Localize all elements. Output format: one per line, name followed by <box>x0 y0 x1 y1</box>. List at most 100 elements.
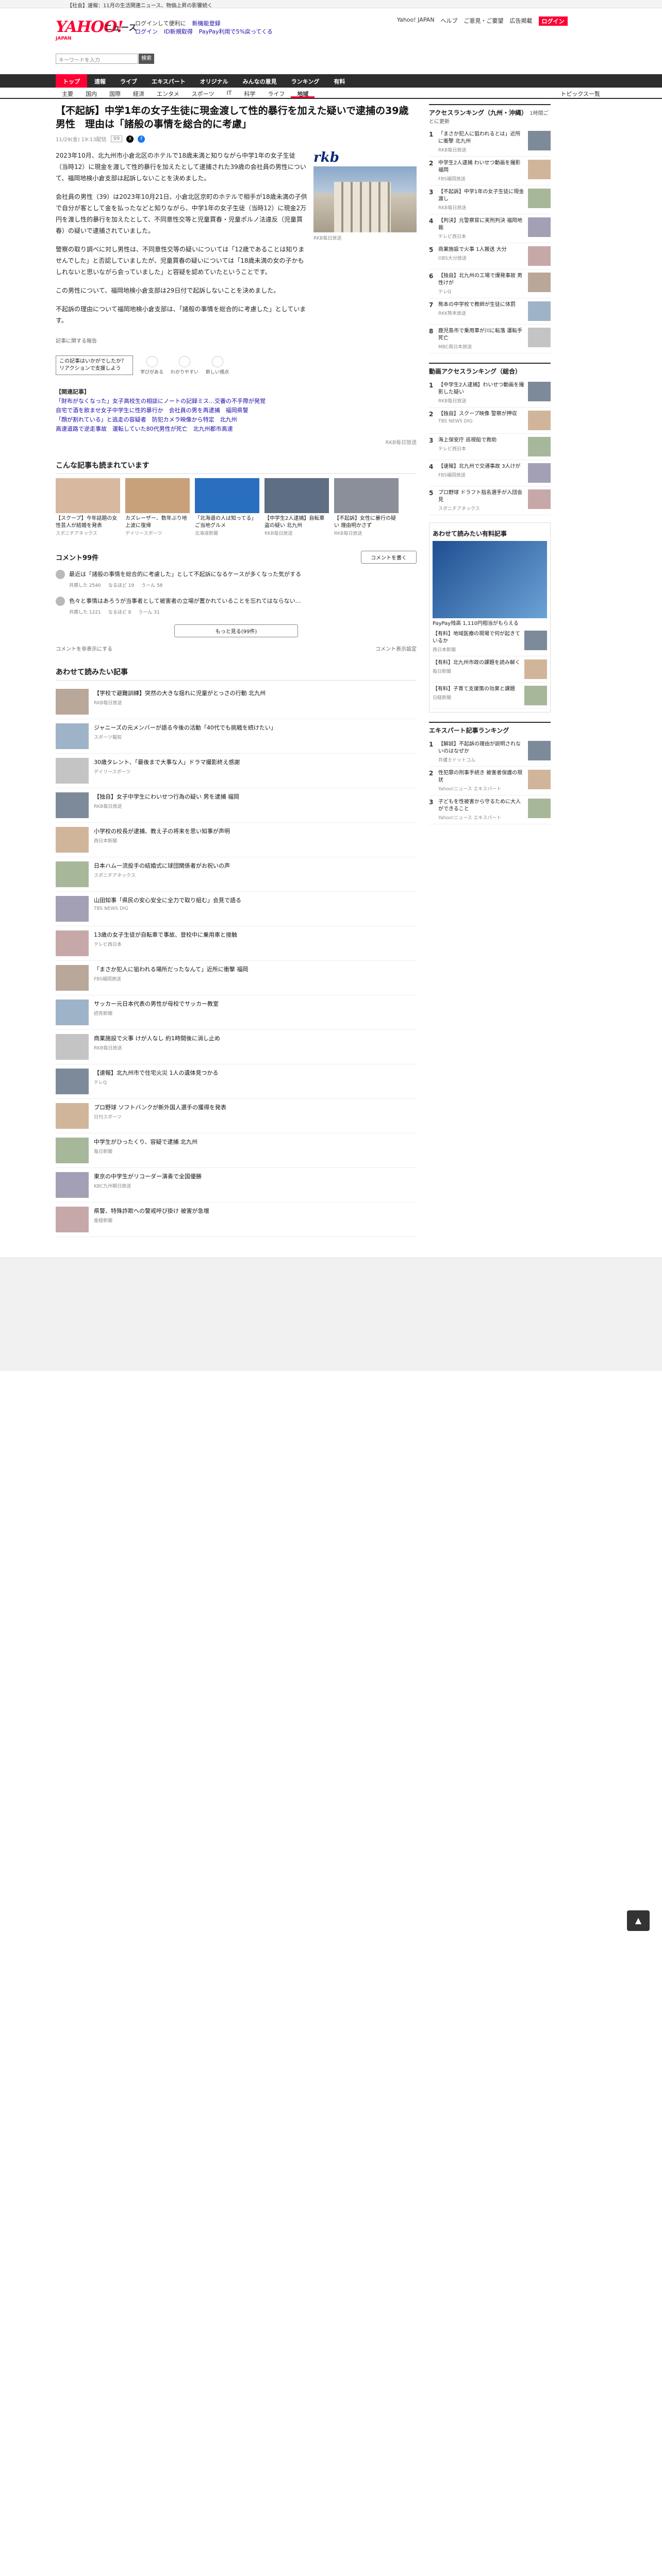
search-button[interactable]: 検索 <box>139 54 154 64</box>
side-list-item[interactable]: 2 性犯罪の刑事手続き 被害者保護の現状 Yahoo!ニュース エキスパート <box>429 767 551 795</box>
tab-category[interactable]: スポーツ <box>186 88 221 98</box>
header-link[interactable]: ログイン <box>135 28 158 36</box>
write-comment-button[interactable]: コメントを書く <box>361 551 417 564</box>
side-list-item[interactable]: 1 【中学生2人逮捕】わいせつ動画を撮影した疑い RKB毎日放送 <box>429 379 551 408</box>
tab-category[interactable]: 国内 <box>79 88 103 98</box>
also-read-card[interactable]: 「北海道の人は知ってる」ご当地グルメ 北海道新聞 <box>195 478 259 536</box>
recommended-item[interactable]: 30歳タレント、「最後まで大事な人」ドラマ撮影終え感謝 デイリースポーツ <box>56 754 417 788</box>
recommended-item[interactable]: 商業施設で火事 けが人なし 約1時間後に消し止め RKB毎日放送 <box>56 1030 417 1064</box>
nav-item[interactable]: ライブ <box>113 74 144 88</box>
comment-count-badge[interactable]: 99 <box>110 135 123 142</box>
side-list-item[interactable]: 2 【独自】スクープ映像 警察が押収 TBS NEWS DIG <box>429 408 551 434</box>
side-list-item[interactable]: 【有料】北九州市政の課題を読み解く 毎日新聞 <box>433 656 547 683</box>
header-right-link[interactable]: Yahoo! JAPAN <box>397 16 435 26</box>
side-list-item[interactable]: 2 中学生2人逮捕 わいせつ動画を撮影 福岡 FBS福岡放送 <box>429 157 551 185</box>
header-link[interactable]: ID新規取得 <box>164 28 193 36</box>
side-list-item[interactable]: 【有料】子育て支援策の効果と課題 日経新聞 <box>433 683 547 709</box>
side-list-item[interactable]: 8 鹿児島市で乗用車が川に転落 運転手死亡 MBC南日本放送 <box>429 325 551 353</box>
reaction-clear[interactable]: わかりやすい <box>171 356 198 375</box>
side-list-item[interactable]: 4 【速報】北九州で交通事故 3人けが FBS福岡放送 <box>429 460 551 486</box>
header-link[interactable]: PayPay利用で5%戻ってくる <box>199 28 273 36</box>
hide-comments-link[interactable]: コメントを非表示にする <box>56 645 112 652</box>
promo-banner[interactable] <box>433 541 547 618</box>
more-comments-button[interactable]: もっと見る(99件) <box>174 624 298 637</box>
also-read-card[interactable]: 【不起訴】女性に暴行の疑い 理由明かさず RKB毎日放送 <box>334 478 399 536</box>
recommended-item[interactable]: 日本ハム一流投手の結婚式に球団関係者がお祝いの声 スポニチアネックス <box>56 857 417 892</box>
topics-list-link[interactable]: トピックス一覧 <box>554 88 606 98</box>
scroll-to-top-button[interactable]: ▲ <box>627 1910 650 1931</box>
side-list-item[interactable]: 【有料】地域医療の現場で何が起きているか 西日本新聞 <box>433 628 547 656</box>
side-list-item[interactable]: 3 海上保安庁 巡視船で救助 テレビ西日本 <box>429 434 551 460</box>
also-read-card[interactable]: 【中学生2人逮捕】自転車盗の疑い 北九州 RKB毎日放送 <box>264 478 329 536</box>
comment-settings-link[interactable]: コメント表示設定 <box>375 645 417 652</box>
disagree-button[interactable]: うーん 31 <box>138 608 159 617</box>
login-button[interactable]: ログイン <box>538 16 568 26</box>
report-link[interactable]: 記事に関する報告 <box>56 336 417 344</box>
side-list-item[interactable]: 4 【判決】元警察官に実刑判決 福岡地裁 テレビ西日本 <box>429 214 551 243</box>
header-right-link[interactable]: ご意見・ご要望 <box>464 16 504 26</box>
yahoo-logo[interactable]: YAHOO! JAPAN <box>56 20 124 42</box>
side-list-item[interactable]: 1 「まさか犯人に狙われるとは」近所に衝撃 北九州 RKB毎日放送 <box>429 128 551 157</box>
article-source[interactable]: RKB毎日放送 <box>56 438 417 446</box>
tab-category[interactable]: 経済 <box>127 88 151 98</box>
related-link[interactable]: 「顔が割れている」と逃走の容疑者 防犯カメラ映像から特定 北九州 <box>56 415 417 425</box>
nav-item[interactable]: エキスパート <box>144 74 193 88</box>
tab-category-active[interactable]: 地域 <box>291 88 315 98</box>
hmm-button[interactable]: なるほど 19 <box>108 581 134 590</box>
disagree-button[interactable]: うーん 58 <box>141 581 162 590</box>
side-list-item[interactable]: 6 【独自】北九州の工場で爆発事故 男性けが テレQ <box>429 269 551 298</box>
recommended-item[interactable]: 山田知事「県民の安心安全に全力で取り組む」会見で語る TBS NEWS DIG <box>56 892 417 926</box>
recommended-item[interactable]: 県警、特殊詐欺への警戒呼び掛け 被害が急増 産経新聞 <box>56 1202 417 1237</box>
nav-item[interactable]: みんなの意見 <box>236 74 284 88</box>
reaction-learn[interactable]: 学びがある <box>140 356 163 375</box>
recommended-item[interactable]: 13歳の女子生徒が自転車で事故、登校中に乗用車と接触 テレビ西日本 <box>56 926 417 961</box>
side-list-item[interactable]: 1 【解説】不起訴の理由が説明されないのはなぜか 弁護士ドットコム <box>429 738 551 767</box>
recommended-item[interactable]: 【速報】北九州市で住宅火災 1人の遺体見つかる テレQ <box>56 1064 417 1099</box>
recommended-item[interactable]: 【学校で避難訓練】突然の大きな揺れに児童がとっさの行動 北九州 RKB毎日放送 <box>56 685 417 719</box>
x-share-icon[interactable]: X <box>126 135 134 143</box>
tab-category[interactable]: 国際 <box>103 88 127 98</box>
reaction-new[interactable]: 新しい視点 <box>206 356 229 375</box>
recommended-item[interactable]: 「まさか犯人に狙われる場所だったなんて」近所に衝撃 福岡 FBS福岡放送 <box>56 961 417 995</box>
side-list-item[interactable]: 3 【不起訴】中学1年の女子生徒に現金渡し RKB毎日放送 <box>429 185 551 214</box>
hmm-button[interactable]: なるほど 8 <box>108 608 131 617</box>
article-photo[interactable]: rkb RKB毎日放送 <box>313 150 417 333</box>
header-link[interactable]: ログインして便利に <box>135 20 186 28</box>
facebook-share-icon[interactable]: f <box>138 135 145 143</box>
side-list-item[interactable]: 5 プロ野球 ドラフト指名選手が入団会見 スポニチアネックス <box>429 486 551 515</box>
agree-button[interactable]: 共感した 2540 <box>69 581 101 590</box>
tab-category[interactable]: 科学 <box>238 88 261 98</box>
nav-item[interactable]: オリジナル <box>193 74 236 88</box>
top-breaking-strip[interactable]: 【社会】速報：11月の生活関連ニュース、物価上昇の影響続く <box>0 0 662 8</box>
recommended-item[interactable]: 東京の中学生がリコーダー演奏で全国優勝 KBC九州朝日放送 <box>56 1168 417 1202</box>
promo-text[interactable]: PayPay残高 1,110円相当がもらえる <box>433 620 547 628</box>
nav-item[interactable]: 有料 <box>326 74 352 88</box>
agree-button[interactable]: 共感した 1221 <box>69 608 101 617</box>
search-input[interactable]: キーワードを入力 <box>56 54 138 64</box>
related-link[interactable]: 「財布がなくなった」女子高校生の相談にノートの記録ミス…交番の不手際が発覚 <box>56 397 417 406</box>
tab-category[interactable]: 主要 <box>56 88 79 98</box>
recommended-item[interactable]: ジャニーズの元メンバーが語る今後の活動「40代でも挑戦を続けたい」 スポーツ報知 <box>56 719 417 754</box>
tab-category[interactable]: IT <box>220 88 238 98</box>
also-read-card[interactable]: 【スクープ】今年話題の女性芸人が結婚を発表 スポニチアネックス <box>56 478 120 536</box>
recommended-item[interactable]: サッカー元日本代表の男性が母校でサッカー教室 読売新聞 <box>56 995 417 1030</box>
recommended-item[interactable]: 小学校の校長が逮捕、教え子の将来を思い知事が声明 西日本新聞 <box>56 823 417 857</box>
side-list-item[interactable]: 5 商業施設で火事 1人搬送 大分 OBS大分放送 <box>429 243 551 269</box>
header-right-link[interactable]: ヘルプ <box>441 16 458 26</box>
side-list-item[interactable]: 7 熊本の中学校で教師が生徒に体罰 RKK熊本放送 <box>429 298 551 325</box>
related-link[interactable]: 高速道路で逆走事故 運転していた80代男性が死亡 北九州都市高速 <box>56 425 417 434</box>
nav-item-top[interactable]: トップ <box>56 74 87 88</box>
service-name[interactable]: ニュース <box>104 21 137 33</box>
header-link[interactable]: 新機能登録 <box>192 20 221 28</box>
related-link[interactable]: 自宅で酒を飲ませ女子中学生に性的暴行か 会社員の男を再逮捕 福岡県警 <box>56 406 417 415</box>
nav-item[interactable]: ランキング <box>284 74 327 88</box>
also-read-card[interactable]: カズレーザー、数年ぶり地上波に復帰 デイリースポーツ <box>125 478 190 536</box>
side-list-item[interactable]: 3 子どもを性被害から守るために大人ができること Yahoo!ニュース エキスパート <box>429 795 551 824</box>
nav-item[interactable]: 速報 <box>87 74 113 88</box>
recommended-item[interactable]: 【独自】女子中学生にわいせつ行為の疑い 男を逮捕 福岡 RKB毎日放送 <box>56 788 417 823</box>
recommended-item[interactable]: 中学生がひったくり、容疑で逮捕 北九州 毎日新聞 <box>56 1133 417 1168</box>
header-right-link[interactable]: 広告掲載 <box>510 16 533 26</box>
recommended-item[interactable]: プロ野球 ソフトバンクが新外国人選手の獲得を発表 日刊スポーツ <box>56 1099 417 1133</box>
tab-category[interactable]: ライフ <box>261 88 291 98</box>
tab-category[interactable]: エンタメ <box>151 88 186 98</box>
